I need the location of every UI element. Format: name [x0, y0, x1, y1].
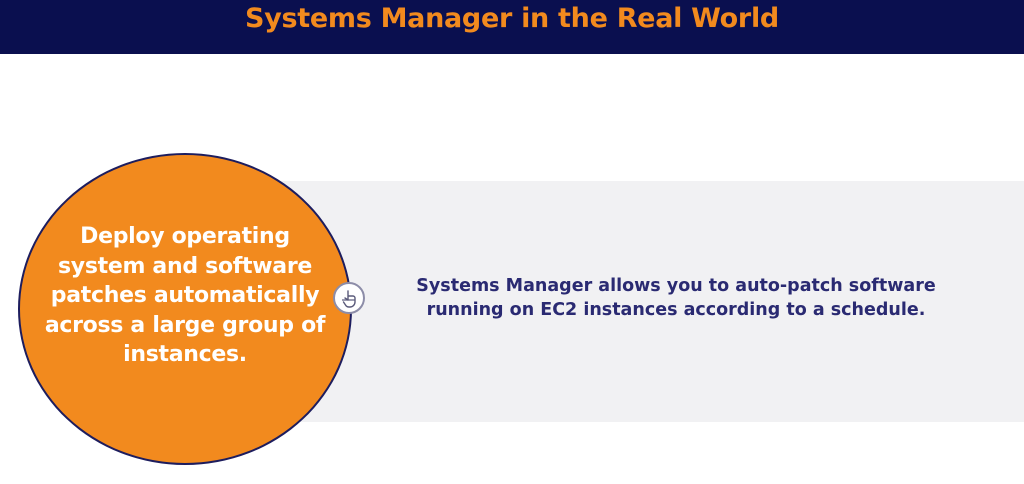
panel-text: Systems Manager allows you to auto-patch… [416, 276, 936, 320]
circle-text: Deploy operating system and software pat… [44, 224, 326, 367]
hand-pointer-icon [342, 290, 356, 308]
connector-button[interactable] [333, 282, 365, 314]
slide: Systems Manager in the Real World Deploy… [0, 0, 1024, 484]
slide-title: Systems Manager in the Real World [245, 3, 779, 34]
